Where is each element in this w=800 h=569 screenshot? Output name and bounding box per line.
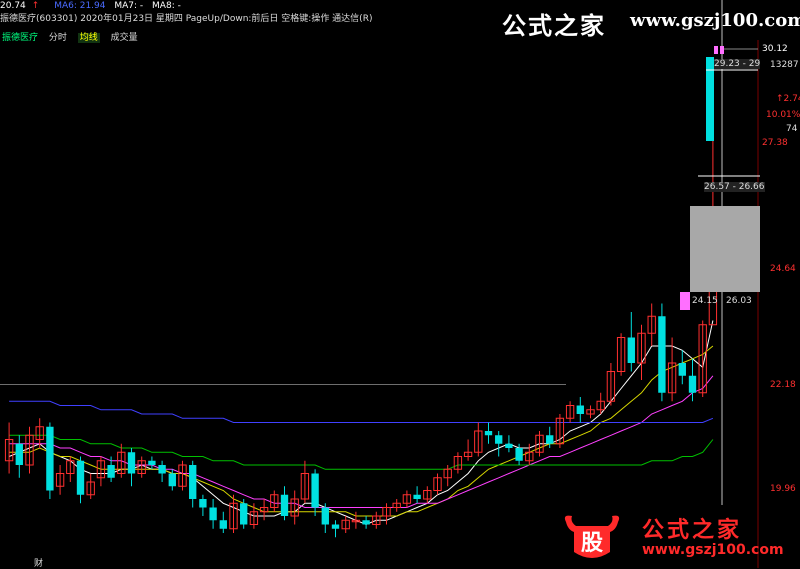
candle-body — [189, 465, 197, 499]
ma5-value: 20.74 ↑ — [0, 1, 40, 11]
candle-body — [127, 452, 136, 474]
candle-body — [158, 465, 166, 474]
candle-body — [495, 435, 503, 444]
watermark-bottom-brand: 公式之家 — [642, 517, 743, 543]
tooltip-close: 26.03 — [726, 296, 752, 306]
tab-timeshare[interactable]: 分时 — [49, 33, 67, 43]
candle-body — [46, 426, 54, 491]
candle-body — [311, 473, 319, 508]
intraday-tabs: 振德医疗 分时 均线 成交量 — [2, 32, 146, 45]
watermark-bottom: 股 公式之家 www.gszj100.com — [560, 512, 784, 562]
candle-body — [76, 460, 85, 495]
right-label-8: 19.96 — [770, 484, 796, 494]
watermark-bottom-url: www.gszj100.com — [642, 542, 784, 558]
watermark-brand: 公式之家 — [502, 11, 606, 40]
right-label-5: 27.38 — [762, 138, 788, 148]
candle-body — [576, 405, 584, 414]
candle-body — [209, 507, 217, 521]
right-label-3: 10.01% — [766, 110, 800, 120]
candle-body — [484, 431, 493, 436]
candle-body — [505, 443, 513, 448]
right-label-0: 30.12 — [762, 44, 788, 54]
right-label-7: 22.18 — [770, 380, 796, 390]
candle-body — [280, 494, 289, 516]
intraday-popup-title: 振德医疗(603301) 2020年01月23日 星期四 PageUp/Down… — [0, 12, 566, 26]
tooltip-mid-range: 26.57 - 26.66 — [704, 182, 765, 192]
tab-volume[interactable]: 成交量 — [111, 33, 138, 43]
bull-logo-icon: 股 — [564, 515, 620, 558]
marker-block-3 — [680, 292, 690, 310]
watermark-url: www.gszj100.com — [630, 10, 800, 31]
candle-body — [362, 520, 370, 525]
candle-body — [168, 473, 176, 487]
right-label-4: 74 — [786, 124, 798, 134]
candle-body — [219, 520, 227, 529]
candle-body — [688, 375, 697, 393]
candle-body — [627, 337, 635, 363]
candle-body — [15, 443, 23, 465]
ma6-value: MA6: 21.94 — [54, 1, 106, 11]
candle-body — [240, 503, 248, 525]
tooltip-open: 24.15 — [692, 296, 718, 306]
candle-body — [678, 363, 686, 376]
candle-body — [413, 494, 421, 499]
candle-body — [199, 499, 207, 508]
candle-body — [331, 524, 340, 529]
ma-line-3 — [9, 434, 714, 470]
footer-tag: 财 — [34, 559, 44, 569]
ma-indicator-bar: 20.74 ↑ MA6: 21.94 MA7: - MA8: - — [0, 0, 520, 12]
marker-block-1 — [714, 46, 718, 54]
candle-body — [148, 460, 156, 465]
logo-char: 股 — [581, 531, 603, 556]
tab-stock-name[interactable]: 振德医疗 — [2, 33, 38, 43]
right-label-2: ↑2.74 — [776, 94, 800, 104]
tab-avg-line[interactable]: 均线 — [77, 33, 100, 43]
candle-body — [658, 316, 666, 393]
grey-price-band — [690, 206, 760, 292]
right-label-1: 13287 — [770, 60, 799, 70]
ma7-value: MA7: - — [114, 1, 144, 11]
ma8-value: MA8: - — [152, 1, 181, 11]
candle-body — [546, 435, 554, 444]
right-label-6: 24.64 — [770, 264, 796, 274]
candle-body — [107, 465, 115, 478]
candle-body — [515, 448, 523, 461]
candle-body — [321, 507, 329, 525]
watermark-top: 公式之家 www.gszj100.com — [502, 6, 800, 40]
intraday-popup[interactable]: 振德医疗(603301) 2020年01月23日 星期四 PageUp/Down… — [0, 12, 566, 384]
tooltip-high-range: 29.23 - 29 — [714, 59, 761, 69]
marker-block-2 — [720, 46, 724, 54]
